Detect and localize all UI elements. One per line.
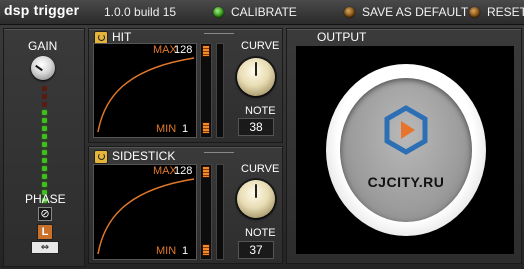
- sidestick-level-bar: [216, 164, 224, 260]
- sidestick-max-slider-thumb[interactable]: [202, 166, 210, 178]
- sidestick-note-label: NOTE: [245, 227, 276, 239]
- hit-max-slider[interactable]: [200, 43, 212, 138]
- save-default-button[interactable]: SAVE AS DEFAULT: [344, 4, 468, 20]
- gain-knob[interactable]: [31, 56, 55, 80]
- hit-level-bar: [216, 43, 224, 138]
- output-pad-inner: CJCITY.RU: [340, 78, 472, 222]
- meter-led-5: [42, 126, 47, 131]
- hit-velocity-graph: MAX 128 MIN 1: [93, 43, 197, 138]
- sidestick-curve-icon: [97, 178, 195, 255]
- hit-min-label: MIN: [156, 123, 177, 135]
- hit-min-slider-thumb[interactable]: [202, 122, 210, 134]
- logo-text: CJCITY.RU: [367, 174, 445, 190]
- sidestick-min-value: 1: [182, 245, 189, 257]
- calibrate-led-icon: [213, 6, 224, 18]
- meter-led-6: [42, 134, 47, 139]
- gain-level-meter: [42, 86, 47, 206]
- sidestick-title: SIDESTICK: [112, 149, 176, 163]
- gain-label: GAIN: [28, 39, 58, 53]
- meter-led-9: [42, 158, 47, 163]
- sidestick-curve-knob[interactable]: [237, 180, 275, 218]
- hit-slider-rail-top: [204, 33, 234, 34]
- reset-label: RESET: [487, 5, 524, 19]
- gain-panel: GAIN PHASE ⊘ L ⇔: [3, 28, 85, 267]
- hit-max-slider-thumb[interactable]: [202, 45, 210, 57]
- sidestick-max-slider[interactable]: [200, 164, 212, 260]
- top-bar: dsp trigger 1.0.0 build 15 CALIBRATE SAV…: [0, 0, 524, 25]
- hit-curve-icon: [97, 57, 195, 133]
- meter-led-1: [42, 94, 47, 99]
- calibrate-button[interactable]: CALIBRATE: [213, 4, 297, 20]
- logo-cube-icon: [384, 105, 428, 155]
- sidestick-pad-panel: SIDESTICK MAX 128 MIN 1 CURVE NOTE 37: [88, 146, 283, 264]
- calibrate-label: CALIBRATE: [231, 5, 297, 19]
- sidestick-velocity-graph: MAX 128 MIN 1: [93, 164, 197, 260]
- hit-note-field[interactable]: 38: [238, 118, 274, 136]
- sidestick-note-field[interactable]: 37: [238, 241, 274, 259]
- hit-title: HIT: [112, 30, 132, 44]
- reset-button[interactable]: RESET: [469, 4, 524, 20]
- sidestick-slider-rail-top: [204, 152, 234, 153]
- hit-curve-label: CURVE: [241, 40, 280, 52]
- sidestick-min-label: MIN: [156, 245, 177, 257]
- meter-led-12: [42, 182, 47, 187]
- save-default-label: SAVE AS DEFAULT: [362, 5, 469, 19]
- output-trigger-pad[interactable]: CJCITY.RU: [326, 64, 486, 236]
- hit-min-value: 1: [182, 123, 189, 135]
- meter-led-4: [42, 118, 47, 123]
- meter-led-2: [42, 102, 47, 107]
- sidestick-curve-label: CURVE: [241, 163, 280, 175]
- output-display: CJCITY.RU: [296, 46, 514, 254]
- stereo-swap-button[interactable]: ⇔: [31, 241, 59, 254]
- phase-label: PHASE: [25, 192, 66, 206]
- meter-led-8: [42, 150, 47, 155]
- meter-led-10: [42, 166, 47, 171]
- dsp-trigger-window: dsp trigger 1.0.0 build 15 CALIBRATE SAV…: [0, 0, 524, 269]
- meter-led-7: [42, 142, 47, 147]
- app-title: dsp trigger: [4, 2, 80, 18]
- gain-knob-pointer-icon: [35, 64, 43, 72]
- reset-led-icon: [469, 6, 480, 18]
- channel-select-button[interactable]: L: [37, 224, 53, 240]
- meter-led-3: [42, 110, 47, 115]
- output-title: OUTPUT: [317, 30, 367, 44]
- version-label: 1.0.0 build 15: [104, 5, 177, 19]
- hit-note-label: NOTE: [245, 105, 276, 117]
- phase-invert-button[interactable]: ⊘: [38, 207, 52, 221]
- meter-led-11: [42, 174, 47, 179]
- hit-pad-panel: HIT MAX 128 MIN 1 CURVE NOTE 38: [88, 28, 283, 143]
- hit-curve-knob[interactable]: [237, 58, 275, 96]
- save-default-led-icon: [344, 6, 355, 18]
- sidestick-min-slider-thumb[interactable]: [202, 244, 210, 256]
- meter-led-0: [42, 86, 47, 91]
- sidestick-power-icon[interactable]: [94, 150, 108, 164]
